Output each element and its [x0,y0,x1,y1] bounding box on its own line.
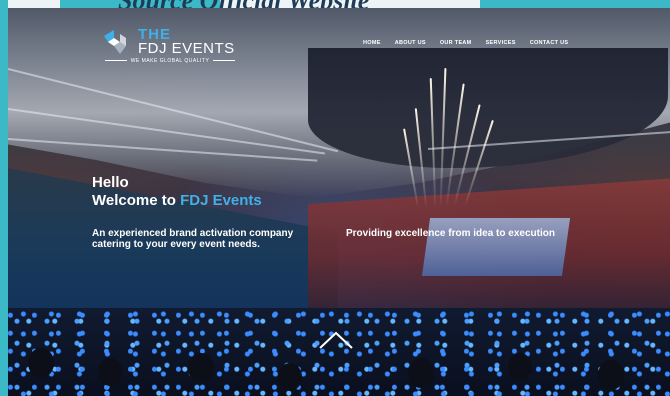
hero-welcome-brand: FDJ Events [180,192,262,209]
crowd-head [188,353,214,383]
hero-welcome-prefix: Welcome to [92,192,181,209]
crowd-head [598,360,624,390]
logo-tagline: WE MAKE GLOBAL QUALITY [100,58,240,64]
roof-opening [308,48,668,168]
background-stripe-top-right [480,0,670,8]
background-stripe-left [0,0,8,396]
nav-our-team[interactable]: OUR TEAM [440,40,472,46]
crowd-head [278,363,302,391]
crowd-head [508,353,532,381]
chevron-up-icon[interactable] [318,330,354,350]
crowd-head [98,358,122,386]
nav-about-us[interactable]: ABOUT US [395,40,426,46]
hero-description-right: Providing excellence from idea to execut… [346,228,555,239]
hero-description-left: An experienced brand activation company … [92,228,294,250]
logo-text-name: FDJ EVENTS [138,40,235,57]
crowd-head [408,358,434,388]
hero-greeting: Hello [92,174,129,191]
hero-welcome: Welcome to FDJ Events [92,192,262,209]
site-logo[interactable]: THE FDJ EVENTS WE MAKE GLOBAL QUALITY [100,26,240,66]
main-nav: HOME ABOUT US OUR TEAM SERVICES CONTACT … [363,40,568,46]
concert-stage [421,218,571,276]
nav-home[interactable]: HOME [363,40,381,46]
nav-contact-us[interactable]: CONTACT US [530,40,569,46]
nav-services[interactable]: SERVICES [486,40,516,46]
fdj-logo-icon [104,30,126,54]
crowd-head [28,348,54,378]
